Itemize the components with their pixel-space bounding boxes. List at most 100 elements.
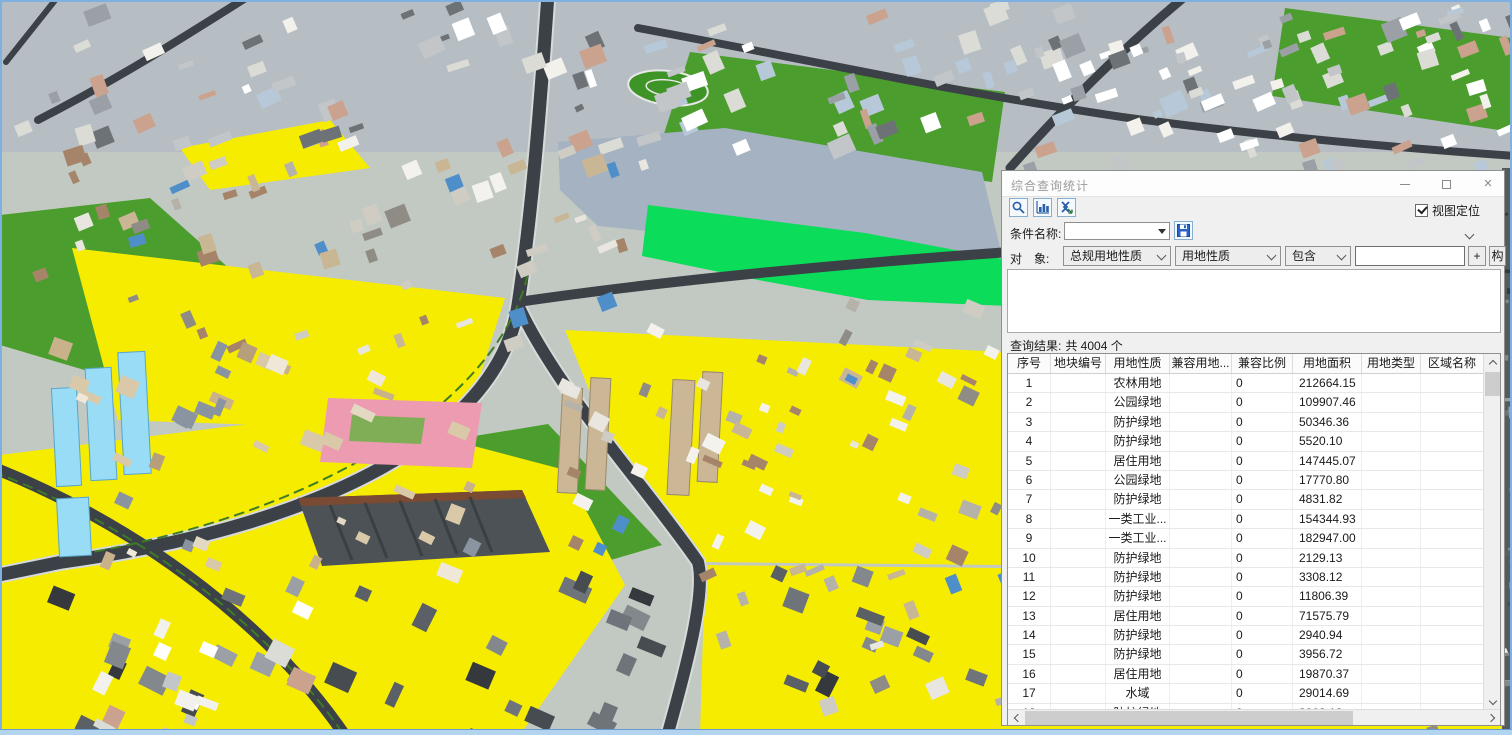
cell-nature: 防护绿地 [1106, 490, 1170, 508]
cell-compat [1170, 607, 1232, 625]
cell-parcel [1051, 490, 1106, 508]
column-header[interactable]: 区域名称 [1421, 354, 1484, 373]
cell-area: 3956.72 [1293, 645, 1362, 663]
maximize-icon [1442, 180, 1451, 189]
cell-compat [1170, 684, 1232, 702]
operator-select[interactable]: 包含 [1285, 246, 1351, 266]
table-row[interactable]: 2公园绿地0109907.46 [1008, 393, 1484, 412]
scroll-right-button[interactable] [1484, 710, 1500, 726]
cell-compat [1170, 529, 1232, 547]
column-header[interactable]: 序号 [1008, 354, 1051, 373]
cell-ratio: 0 [1232, 587, 1293, 605]
dropdown-arrow-icon [1158, 229, 1166, 234]
table-row[interactable]: 3防护绿地050346.36 [1008, 413, 1484, 432]
cell-compat [1170, 510, 1232, 528]
table-row[interactable]: 16居住用地019870.37 [1008, 665, 1484, 684]
field-select[interactable]: 用地性质 [1175, 246, 1281, 266]
cell-parcel [1051, 587, 1106, 605]
table-row[interactable]: 9一类工业...0182947.00 [1008, 529, 1484, 548]
table-row[interactable]: 15防护绿地03956.72 [1008, 645, 1484, 664]
horizontal-scroll-thumb[interactable] [1025, 711, 1353, 725]
layer-select[interactable]: 总规用地性质 [1063, 246, 1171, 266]
table-row[interactable]: 11防护绿地03308.12 [1008, 568, 1484, 587]
table-row[interactable]: 10防护绿地02129.13 [1008, 549, 1484, 568]
view-locate-checkbox[interactable] [1415, 204, 1428, 217]
save-condition-button[interactable] [1174, 221, 1193, 240]
window-border-left [0, 0, 2, 735]
table-row[interactable]: 6公园绿地017770.80 [1008, 471, 1484, 490]
cell-parcel [1051, 684, 1106, 702]
cell-area: 2940.94 [1293, 626, 1362, 644]
condition-list-box[interactable] [1007, 269, 1501, 333]
scroll-up-button[interactable] [1484, 354, 1501, 370]
build-button[interactable]: 构 [1489, 246, 1506, 266]
vertical-scroll-thumb[interactable] [1485, 372, 1500, 396]
column-header[interactable]: 地块编号 [1051, 354, 1106, 373]
cell-compat [1170, 645, 1232, 663]
cell-parcel [1051, 471, 1106, 489]
cell-seq: 17 [1008, 684, 1051, 702]
panel-titlebar[interactable]: 综合查询统计 × [1002, 171, 1504, 197]
table-row[interactable]: 13居住用地071575.79 [1008, 607, 1484, 626]
table-row[interactable]: 7防护绿地04831.82 [1008, 490, 1484, 509]
result-table-body: 1农林用地0212664.152公园绿地0109907.463防护绿地05034… [1008, 374, 1484, 709]
table-row[interactable]: 8一类工业...0154344.93 [1008, 510, 1484, 529]
cell-area: 3308.12 [1293, 568, 1362, 586]
cell-type [1362, 587, 1421, 605]
view-locate-option[interactable]: 视图定位 [1415, 202, 1480, 219]
query-statistics-panel: 综合查询统计 × [1001, 170, 1505, 726]
collapse-chevron-icon[interactable] [1466, 231, 1475, 240]
table-row[interactable]: 1农林用地0212664.15 [1008, 374, 1484, 393]
statistics-chart-button[interactable] [1033, 198, 1052, 217]
table-row[interactable]: 14防护绿地02940.94 [1008, 626, 1484, 645]
cell-type [1362, 471, 1421, 489]
cell-parcel [1051, 393, 1106, 411]
cell-area: 29014.69 [1293, 684, 1362, 702]
cell-nature: 一类工业... [1106, 510, 1170, 528]
column-header[interactable]: 用地性质 [1106, 354, 1170, 373]
app-window: 综合查询统计 × [0, 0, 1512, 735]
table-row[interactable]: 4防护绿地05520.10 [1008, 432, 1484, 451]
vertical-scrollbar[interactable] [1483, 354, 1500, 710]
table-row[interactable]: 12防护绿地011806.39 [1008, 587, 1484, 606]
scroll-left-button[interactable] [1008, 710, 1024, 726]
horizontal-scrollbar[interactable] [1008, 709, 1500, 725]
cell-nature: 居住用地 [1106, 452, 1170, 470]
column-header[interactable]: 兼容比例 [1232, 354, 1293, 373]
column-header[interactable]: 用地面积 [1293, 354, 1362, 373]
window-border-bottom [0, 729, 1512, 735]
cell-region [1421, 529, 1484, 547]
table-row[interactable]: 17水域029014.69 [1008, 684, 1484, 703]
minimize-button[interactable] [1394, 174, 1416, 194]
cell-region [1421, 393, 1484, 411]
cell-region [1421, 432, 1484, 450]
export-excel-button[interactable] [1057, 198, 1076, 217]
add-condition-button[interactable]: + [1468, 246, 1486, 266]
cell-type [1362, 568, 1421, 586]
scroll-down-button[interactable] [1484, 694, 1501, 710]
cell-compat [1170, 393, 1232, 411]
condition-name-combobox[interactable] [1064, 222, 1170, 240]
maximize-button[interactable] [1435, 174, 1457, 194]
cell-ratio: 0 [1232, 645, 1293, 663]
query-value-input[interactable] [1355, 246, 1465, 266]
cell-ratio: 0 [1232, 471, 1293, 489]
search-icon [1011, 200, 1026, 215]
cell-nature: 居住用地 [1106, 607, 1170, 625]
search-button[interactable] [1009, 198, 1028, 217]
excel-export-icon [1059, 200, 1074, 215]
cell-nature: 防护绿地 [1106, 549, 1170, 567]
condition-name-label: 条件名称: [1010, 225, 1061, 242]
close-button[interactable]: × [1477, 174, 1499, 194]
cell-area: 109907.46 [1293, 393, 1362, 411]
cell-seq: 1 [1008, 374, 1051, 392]
chart-icon [1035, 200, 1050, 215]
cell-ratio: 0 [1232, 529, 1293, 547]
cell-compat [1170, 490, 1232, 508]
column-header[interactable]: 用地类型 [1362, 354, 1421, 373]
table-row[interactable]: 5居住用地0147445.07 [1008, 452, 1484, 471]
cell-compat [1170, 665, 1232, 683]
minimize-icon [1400, 184, 1410, 185]
cell-area: 71575.79 [1293, 607, 1362, 625]
column-header[interactable]: 兼容用地... [1170, 354, 1232, 373]
